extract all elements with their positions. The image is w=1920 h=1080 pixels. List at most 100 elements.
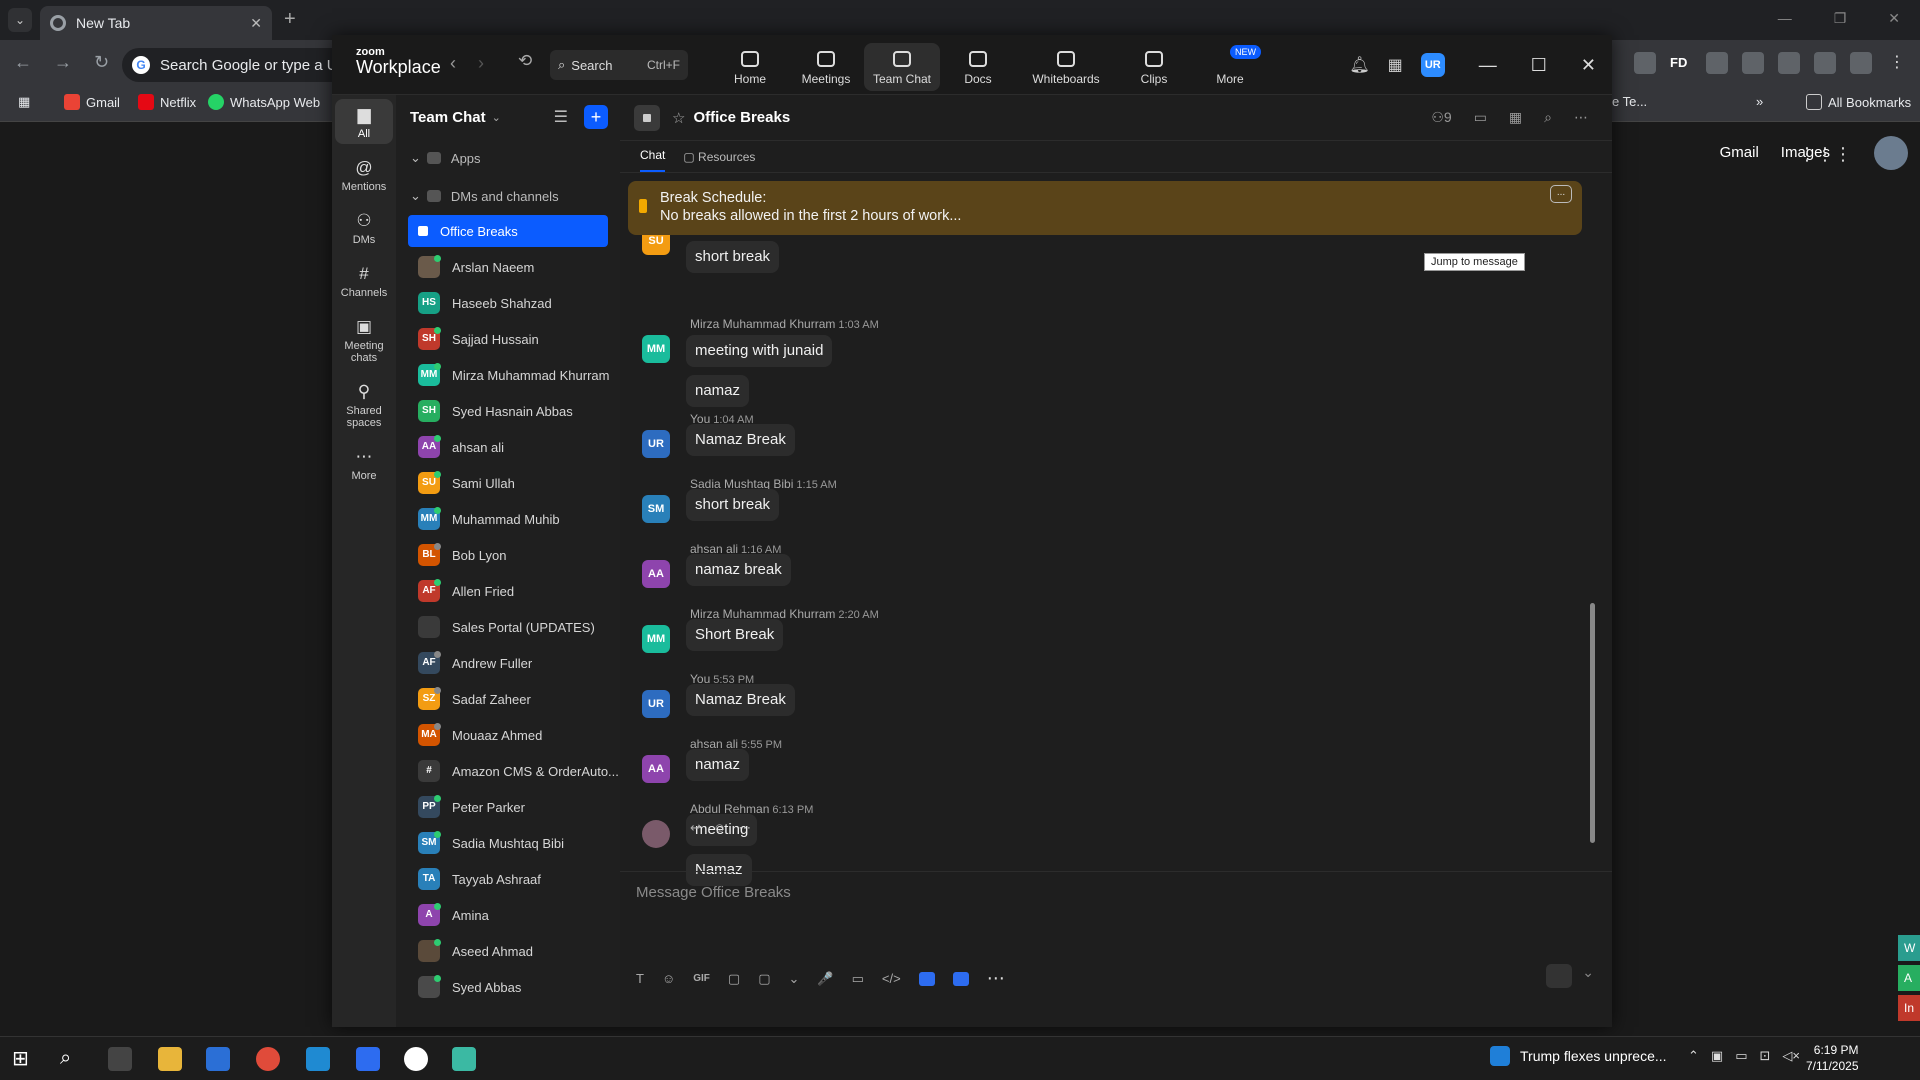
message-bubble[interactable]: Short Break: [686, 619, 784, 651]
extension-icon[interactable]: [1778, 52, 1800, 74]
message-bubble[interactable]: Namaz Break: [686, 684, 795, 716]
emoji-react-icon[interactable]: ☺: [713, 820, 726, 836]
microphone-icon[interactable]: 🎤: [817, 971, 833, 987]
format-text-icon[interactable]: T: [636, 971, 644, 986]
new-chat-button[interactable]: +: [584, 105, 608, 129]
side-chip[interactable]: A: [1898, 965, 1920, 991]
tab-home[interactable]: Home: [712, 43, 788, 91]
chat-list-item[interactable]: MM Mirza Muhammad Khurram: [396, 357, 620, 393]
file-icon[interactable]: ▢: [728, 971, 740, 987]
google-account-avatar[interactable]: [1874, 136, 1908, 170]
message-bubble[interactable]: short break: [686, 489, 780, 521]
chat-list-item[interactable]: SU Sami Ullah: [396, 465, 620, 501]
rail-channels[interactable]: # Channels: [335, 258, 393, 303]
new-tab-button[interactable]: +: [284, 8, 296, 31]
task-view-icon[interactable]: [108, 1047, 132, 1071]
all-bookmarks-button[interactable]: All Bookmarks: [1806, 94, 1911, 110]
app-icon[interactable]: [952, 971, 969, 986]
chevron-down-icon[interactable]: ⌄: [789, 971, 800, 987]
chat-list-item[interactable]: A Amina: [396, 897, 620, 933]
tab-meetings[interactable]: Meetings: [788, 43, 864, 91]
bell-icon[interactable]: 🔔︎: [1349, 55, 1369, 75]
chat-list-item[interactable]: MM Muhammad Muhib: [396, 501, 620, 537]
message-input[interactable]: Message Office Breaks: [636, 884, 791, 901]
chat-list-item[interactable]: SH Sajjad Hussain: [396, 321, 620, 357]
more-icon[interactable]: ⋯: [1574, 109, 1588, 126]
history-icon[interactable]: ⟲: [518, 51, 532, 71]
chat-list-item[interactable]: Arslan Naeem: [396, 249, 620, 285]
rail-dms[interactable]: ⚇ DMs: [335, 205, 393, 250]
reply-icon[interactable]: ↩: [690, 820, 701, 836]
chat-list-item[interactable]: SM Sadia Mushtaq Bibi: [396, 825, 620, 861]
restore-icon[interactable]: ❐: [1834, 10, 1847, 27]
avatar[interactable]: [642, 820, 670, 848]
chrome-icon[interactable]: [256, 1047, 280, 1071]
bookmark-gmail[interactable]: Gmail: [64, 94, 120, 110]
chat-list-item[interactable]: PP Peter Parker: [396, 789, 620, 825]
channel-office-breaks[interactable]: Office Breaks: [408, 215, 608, 247]
apps-grid-icon[interactable]: ▦: [18, 94, 30, 110]
extension-icon[interactable]: [1742, 52, 1764, 74]
close-icon[interactable]: ✕: [1888, 10, 1900, 27]
chat-list-item[interactable]: MA Mouaaz Ahmed: [396, 717, 620, 753]
omnibox[interactable]: G Search Google or type a URL: [122, 48, 358, 82]
send-button[interactable]: [1546, 964, 1573, 988]
maximize-icon[interactable]: ☐: [1531, 55, 1547, 76]
avatar[interactable]: UR: [642, 430, 670, 458]
windows-start-icon[interactable]: ⊞: [12, 1047, 36, 1071]
extension-fd-icon[interactable]: FD: [1670, 52, 1692, 74]
zoom-app-icon[interactable]: [356, 1047, 380, 1071]
battery-icon[interactable]: ▭: [1735, 1048, 1747, 1064]
chat-list-item[interactable]: # Amazon CMS & OrderAuto...: [396, 753, 620, 789]
store-icon[interactable]: [206, 1047, 230, 1071]
tab-resources[interactable]: ▢ Resources: [683, 150, 755, 172]
avatar[interactable]: MM: [642, 625, 670, 653]
extension-icon[interactable]: [1706, 52, 1728, 74]
bookmark-partial[interactable]: e Te...: [1612, 94, 1647, 109]
minimize-icon[interactable]: —: [1778, 10, 1792, 27]
back-icon[interactable]: ←: [14, 52, 32, 73]
members-button[interactable]: ⚇9: [1431, 109, 1451, 126]
app-icon[interactable]: [452, 1047, 476, 1071]
tab-clips[interactable]: Clips: [1116, 43, 1192, 91]
rail-all[interactable]: ▆ All: [335, 99, 393, 144]
message-bubble[interactable]: short break: [686, 241, 780, 273]
screenshot-icon[interactable]: ▢: [758, 971, 770, 987]
filter-icon[interactable]: ☰: [554, 107, 568, 127]
user-avatar[interactable]: UR: [1420, 53, 1445, 77]
avatar[interactable]: AA: [642, 560, 670, 588]
google-apps-icon[interactable]: ⋮⋮⋮: [1798, 144, 1852, 165]
search-icon[interactable]: ⌕: [60, 1047, 84, 1071]
bookmarks-overflow-icon[interactable]: »: [1756, 94, 1763, 109]
back-icon[interactable]: ‹: [450, 53, 456, 74]
video-camera-icon[interactable]: ▭: [1474, 109, 1487, 126]
clock[interactable]: 6:19 PM 7/11/2025: [1806, 1042, 1859, 1074]
tab-team-chat[interactable]: Team Chat: [864, 43, 940, 91]
chat-list-item[interactable]: AF Andrew Fuller: [396, 645, 620, 681]
chevron-down-icon[interactable]: ⌄: [1582, 964, 1594, 988]
tab-docs[interactable]: Docs: [940, 43, 1016, 91]
network-icon[interactable]: ⊡: [1760, 1048, 1771, 1064]
app-icon[interactable]: [404, 1047, 428, 1071]
tab-close-icon[interactable]: ✕: [250, 15, 262, 32]
chat-list-item[interactable]: TA Tayyab Ashraaf: [396, 861, 620, 897]
chat-list-item[interactable]: AF Allen Fried: [396, 573, 620, 609]
side-chip[interactable]: In: [1898, 995, 1920, 1021]
chat-list-item[interactable]: HS Haseeb Shahzad: [396, 285, 620, 321]
message-bubble[interactable]: Namaz Break: [686, 424, 795, 456]
zoom-search[interactable]: ⌕ Search Ctrl+F: [550, 50, 688, 80]
emoji-icon[interactable]: ☺: [662, 971, 675, 986]
bookmark-whatsapp[interactable]: WhatsApp Web: [208, 94, 320, 110]
rail-meeting-chats[interactable]: ▣ Meeting chats: [335, 311, 393, 368]
section-dms-channels[interactable]: ⌄ DMs and channels: [396, 177, 620, 215]
vscode-icon[interactable]: [306, 1047, 330, 1071]
more-icon[interactable]: ⋯: [987, 968, 1005, 989]
rail-shared-spaces[interactable]: ⚲ Shared spaces: [335, 376, 393, 433]
extension-globe-icon[interactable]: [1634, 52, 1656, 74]
minimize-icon[interactable]: —: [1479, 55, 1497, 76]
section-apps[interactable]: ⌄ Apps: [396, 139, 620, 177]
chat-list-item[interactable]: Aseed Ahmad: [396, 933, 620, 969]
bookmark-netflix[interactable]: Netflix: [138, 94, 196, 110]
chat-list-item[interactable]: SZ Sadaf Zaheer: [396, 681, 620, 717]
gif-icon[interactable]: GIF: [693, 973, 710, 984]
